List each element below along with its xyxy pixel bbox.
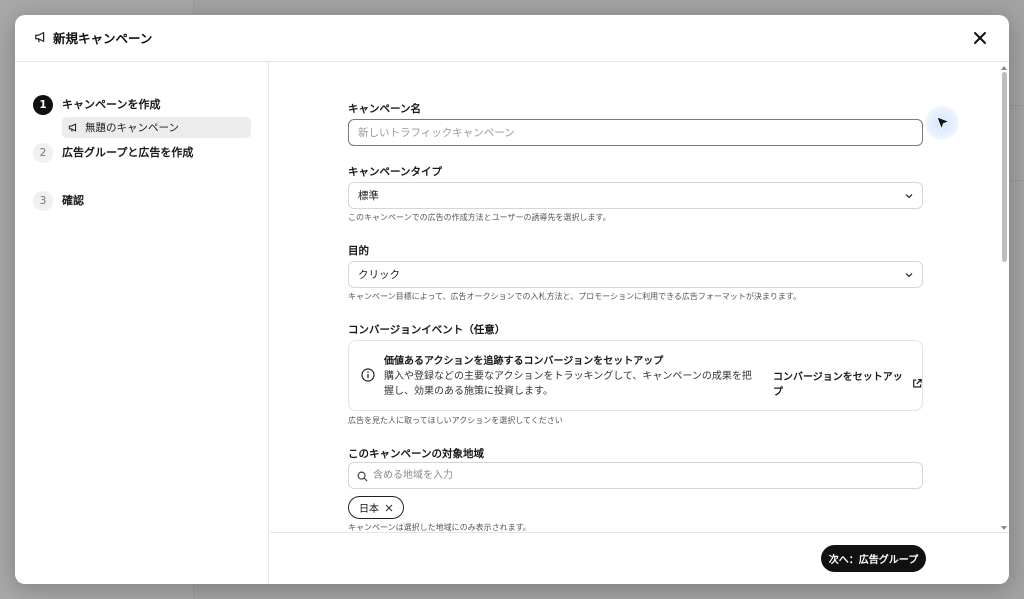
step-review[interactable]: 3 確認	[33, 191, 84, 211]
location-help: キャンペーンは選択した地域にのみ表示されます。	[348, 523, 531, 532]
info-icon	[361, 368, 375, 382]
mouse-cursor-icon	[936, 116, 951, 131]
campaign-type-value: 標準	[358, 190, 379, 202]
location-search-input[interactable]	[373, 466, 913, 485]
modal-title: 新規キャンペーン	[53, 31, 153, 46]
objective-select[interactable]: クリック	[348, 261, 923, 288]
step-label: 確認	[62, 194, 84, 207]
campaign-type-select[interactable]: 標準	[348, 182, 923, 209]
step-number: 3	[33, 191, 53, 211]
location-label: このキャンペーンの対象地域	[348, 448, 484, 460]
scroll-down-arrow[interactable]	[1001, 526, 1007, 530]
next-ad-group-button[interactable]: 次へ：広告グループ	[821, 545, 926, 572]
scrollbar-thumb[interactable]	[1002, 72, 1007, 262]
campaign-type-help: このキャンペーンでの広告の作成方法とユーザーの誘導先を選択します。	[348, 213, 611, 222]
new-campaign-modal: 新規キャンペーン 1 キャンペーンを作成 無題のキャンペーン 2 広告グループと…	[15, 15, 1009, 584]
conversion-help: 広告を見た人に取ってほしいアクションを選択してください	[348, 416, 563, 425]
campaign-name-label: キャンペーン名	[348, 103, 421, 115]
substep-untitled-campaign[interactable]: 無題のキャンペーン	[62, 117, 251, 138]
objective-value: クリック	[358, 269, 400, 281]
substep-label: 無題のキャンペーン	[85, 122, 179, 134]
modal-footer: 次へ：広告グループ	[270, 532, 1009, 584]
conversion-card-body: 購入や登録などの主要なアクションをトラッキングして、キャンペーンの成果を把握し、…	[384, 371, 752, 397]
location-search-field[interactable]	[348, 462, 923, 489]
scroll-up-arrow[interactable]	[1001, 66, 1007, 70]
megaphone-icon	[68, 123, 77, 132]
setup-conversion-link[interactable]: コンバージョンをセットアップ	[773, 368, 922, 398]
chevron-down-icon	[905, 273, 913, 278]
steps-sidebar: 1 キャンペーンを作成 無題のキャンペーン 2 広告グループと広告を作成 3 確…	[15, 62, 269, 584]
external-link-icon	[912, 378, 922, 388]
step-label: 広告グループと広告を作成	[62, 146, 194, 159]
remove-icon[interactable]	[385, 504, 393, 512]
campaign-form: キャンペーン名 キャンペーンタイプ 標準 このキャンペーンでの広告の作成方法とユ…	[270, 62, 1009, 532]
close-icon[interactable]	[969, 27, 991, 49]
chevron-down-icon	[905, 194, 913, 199]
campaign-type-label: キャンペーンタイプ	[348, 166, 442, 178]
step-number: 1	[33, 95, 53, 115]
setup-conversion-label: コンバージョンをセットアップ	[773, 372, 903, 398]
megaphone-icon	[35, 32, 45, 43]
step-label: キャンペーンを作成	[62, 98, 161, 111]
modal-header: 新規キャンペーン	[15, 15, 1009, 62]
conversion-setup-card: 価値あるアクションを追跡するコンバージョンをセットアップ 購入や登録などの主要な…	[348, 340, 923, 411]
objective-help: キャンペーン目標によって、広告オークションでの入札方法と、プロモーションに利用で…	[348, 292, 802, 301]
objective-label: 目的	[348, 245, 369, 257]
step-number: 2	[33, 143, 53, 163]
location-chip: 日本	[348, 496, 404, 519]
step-create-campaign[interactable]: 1 キャンペーンを作成	[33, 95, 160, 115]
campaign-name-input[interactable]	[348, 119, 923, 146]
search-icon	[357, 471, 368, 482]
conversion-event-label: コンバージョンイベント（任意）	[348, 324, 506, 336]
conversion-card-title: 価値あるアクションを追跡するコンバージョンをセットアップ	[384, 356, 664, 367]
step-create-ad-group[interactable]: 2 広告グループと広告を作成	[33, 143, 193, 163]
location-chip-label: 日本	[359, 504, 379, 515]
